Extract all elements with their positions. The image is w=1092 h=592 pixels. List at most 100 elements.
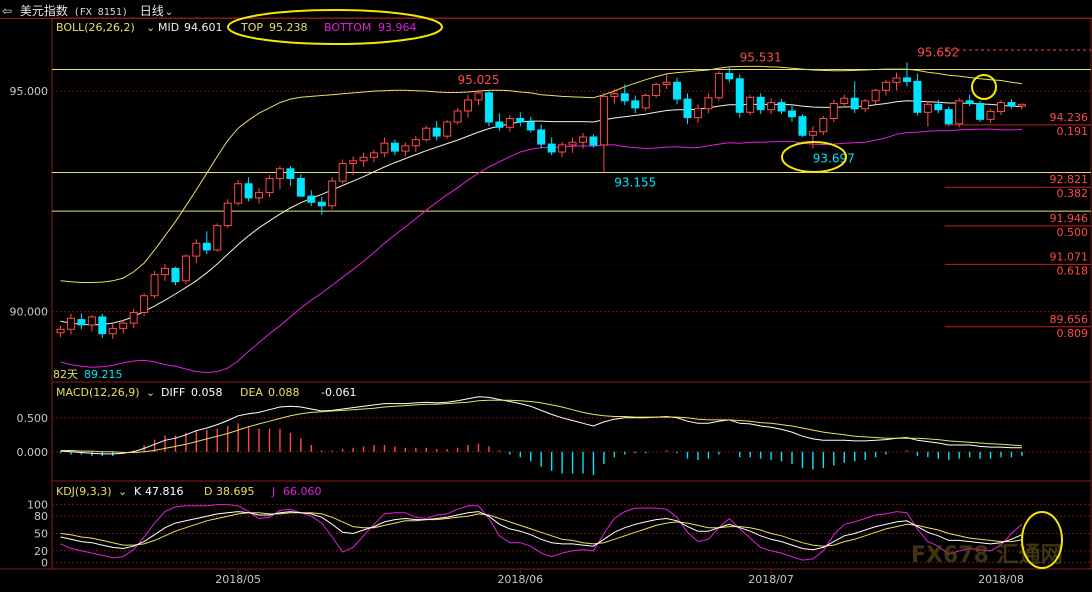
fib-ratio: 0.809 [1057, 327, 1089, 340]
candle-up [150, 274, 159, 297]
candle-down [589, 136, 598, 146]
kdj-panel [60, 504, 1023, 561]
d-line [60, 512, 1022, 547]
macd-chevron-icon[interactable]: ⌄ [146, 386, 155, 399]
candle-up [767, 102, 776, 111]
candle-down [537, 129, 546, 145]
chart-canvas[interactable]: 95.025 95.531 95.652 93.155 93.697 94.2360.1… [0, 0, 1092, 592]
candle-down [432, 127, 441, 137]
fib-price: 91.071 [1050, 250, 1089, 263]
candle-up [714, 72, 723, 99]
candle-up [181, 255, 190, 282]
candle-up [328, 180, 337, 207]
d-value: 38.695 [216, 485, 255, 498]
candle-up [474, 92, 483, 101]
fib-price: 94.236 [1050, 111, 1089, 124]
candle-down [202, 242, 211, 251]
candle-up [882, 81, 891, 91]
candle-up [265, 177, 274, 194]
candle-down [735, 78, 744, 113]
price-annotation: 93.697 [813, 152, 855, 166]
x-tick-label: 2018/06 [497, 573, 543, 586]
candle-up [223, 202, 232, 227]
candle-down [307, 195, 316, 203]
price-annotation: 95.652 [917, 45, 959, 59]
y-tick-macd: 0.000 [17, 446, 49, 459]
watermark-logo: FX678 汇通网 [911, 543, 1063, 568]
boll-label[interactable]: BOLL(26,26,2) [56, 21, 135, 34]
candle-down [484, 92, 493, 123]
candle-up [161, 267, 169, 276]
candle-up [840, 97, 849, 104]
kdj-label[interactable]: KDJ(9,3,3) [56, 485, 112, 498]
candle-up [652, 84, 661, 97]
candle-up [662, 81, 671, 86]
mid-label: MID [158, 21, 179, 34]
axes: 95.00090.0000.5000.00010080502002018/05 2… [10, 85, 1024, 586]
candle-down [77, 319, 86, 326]
boll-chevron-icon[interactable]: ⌄ [146, 21, 155, 34]
d-label: D [204, 485, 212, 498]
candle-up [359, 156, 368, 162]
fib-ratio: 0.618 [1057, 264, 1089, 277]
candle-up [861, 100, 870, 110]
fib-ratio: 0.382 [1057, 187, 1089, 200]
candle-up [955, 100, 964, 125]
bottom-label: BOTTOM [324, 21, 371, 34]
price-annotation: 95.531 [740, 51, 782, 65]
mid-value: 94.601 [184, 21, 223, 34]
candle-up [108, 327, 117, 335]
candle-up [129, 312, 138, 324]
candle-up [505, 117, 514, 128]
candle-up [192, 242, 201, 257]
fib-price: 89.656 [1050, 313, 1089, 326]
k-line [60, 511, 1023, 551]
candle-up [453, 110, 462, 123]
y-tick-main: 90.000 [10, 306, 49, 319]
candle-up [411, 139, 420, 147]
candle-up [119, 322, 128, 329]
candle-up [892, 77, 901, 83]
price-annotation: 93.155 [614, 175, 656, 189]
candle-down [976, 102, 985, 120]
candle-up [746, 96, 755, 113]
candle-up [558, 144, 567, 153]
candle-down [547, 143, 556, 153]
candle-down [98, 316, 107, 335]
candle-up [464, 99, 473, 112]
macd-legend: MACD(12,26,9) ⌄ DIFF 0.058 DEA 0.088 -0.… [56, 386, 356, 399]
y-tick-kdj: 80 [34, 510, 48, 523]
candle-up [443, 121, 452, 137]
candle-up [349, 160, 358, 164]
dea-label: DEA [240, 386, 263, 399]
candle-up [704, 97, 713, 110]
top-value: 95.238 [269, 21, 308, 34]
candle-down [516, 117, 525, 123]
candle-up [871, 89, 880, 102]
candle-up [422, 127, 431, 141]
k-label: K [134, 485, 142, 498]
candle-up [370, 152, 378, 158]
candle-up [923, 103, 932, 113]
candle-up [213, 225, 222, 251]
period-low-value: 89.215 [84, 368, 123, 381]
candle-down [673, 81, 682, 100]
candle-up [986, 110, 995, 120]
candle-up [579, 136, 587, 143]
candle-up [87, 316, 96, 326]
kdj-chevron-icon[interactable]: ⌄ [118, 485, 127, 498]
candle-up [56, 328, 65, 334]
top-label: TOP [240, 21, 263, 34]
fib-price: 91.946 [1050, 212, 1089, 225]
candle-up [1017, 103, 1026, 107]
dea-line [60, 399, 1022, 453]
candle-up [610, 93, 619, 97]
y-tick-main: 95.000 [10, 85, 49, 98]
candle-up [829, 102, 838, 119]
boll-legend: BOLL(26,26,2) ⌄ MID 94.601 TOP 95.238 BO… [56, 9, 443, 45]
candle-up [140, 295, 149, 314]
fib-ratio: 0.500 [1057, 226, 1089, 239]
candle-up [568, 141, 577, 146]
macd-label[interactable]: MACD(12,26,9) [56, 386, 140, 399]
candle-down [788, 110, 796, 118]
